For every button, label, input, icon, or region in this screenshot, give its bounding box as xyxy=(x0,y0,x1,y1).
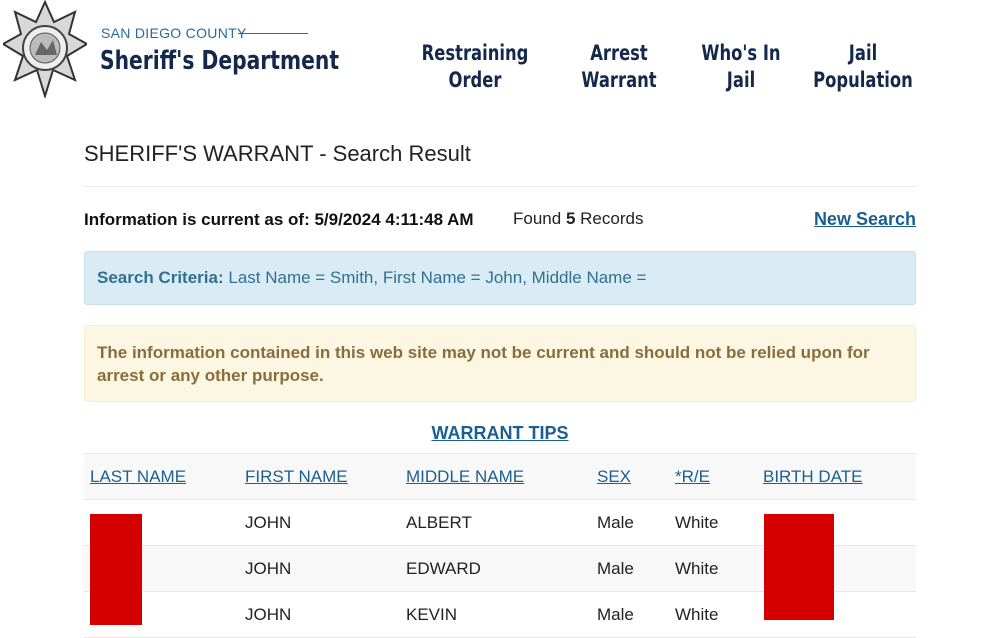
search-criteria-box: Search Criteria: Last Name = Smith, Firs… xyxy=(84,251,916,305)
site-header: SAN DIEGO COUNTY Sheriff's Department Re… xyxy=(0,0,1000,110)
records-found: Found 5 Records xyxy=(513,209,643,229)
col-header-middle-name[interactable]: MIDDLE NAME xyxy=(400,453,591,500)
sort-link[interactable]: MIDDLE NAME xyxy=(406,467,524,486)
col-header-last-name[interactable]: LAST NAME xyxy=(84,453,239,500)
redaction-birth-date xyxy=(764,514,834,620)
sort-link[interactable]: FIRST NAME xyxy=(245,467,348,486)
nav-label: Population xyxy=(813,68,913,92)
col-header-birth-date[interactable]: BIRTH DATE xyxy=(757,453,916,500)
new-search-link[interactable]: New Search xyxy=(814,209,916,230)
nav-label: Restraining xyxy=(421,41,529,65)
cell-race: White xyxy=(669,591,757,638)
divider xyxy=(84,186,916,187)
disclaimer-box: The information contained in this web si… xyxy=(84,325,916,402)
found-count: 5 xyxy=(565,209,576,228)
warrant-tips-link[interactable]: WARRANT TIPS xyxy=(432,423,569,443)
nav-label: Jail xyxy=(848,41,878,65)
redaction-last-name xyxy=(90,514,142,625)
nav-label: Who's In xyxy=(701,41,781,65)
disclaimer-text: The information contained in this web si… xyxy=(97,343,870,385)
sheriff-badge-icon[interactable] xyxy=(3,0,87,98)
cell-first-name: JOHN xyxy=(239,591,400,638)
search-criteria-value: Last Name = Smith, First Name = John, Mi… xyxy=(228,268,647,287)
warrant-tips: WARRANT TIPS xyxy=(0,423,1000,444)
sort-link[interactable]: BIRTH DATE xyxy=(763,467,863,486)
search-criteria-label: Search Criteria: xyxy=(97,268,224,287)
sort-link[interactable]: LAST NAME xyxy=(90,467,186,486)
col-header-race-ethnicity[interactable]: *R/E xyxy=(669,453,757,500)
found-prefix: Found xyxy=(513,209,562,228)
info-current-timestamp: Information is current as of: 5/9/2024 4… xyxy=(84,210,474,229)
cell-sex: Male xyxy=(591,499,669,546)
nav-label: Warrant xyxy=(581,68,657,92)
nav-restraining-order[interactable]: Restraining Order xyxy=(413,40,538,94)
nav-whos-in-jail[interactable]: Who's In Jail xyxy=(694,40,788,94)
cell-middle-name: ALBERT xyxy=(400,499,591,546)
cell-sex: Male xyxy=(591,591,669,638)
nav-arrest-warrant[interactable]: Arrest Warrant xyxy=(572,40,666,94)
nav-label: Arrest xyxy=(590,41,648,65)
cell-middle-name: EDWARD xyxy=(400,545,591,592)
cell-race: White xyxy=(669,545,757,592)
search-criteria-text: Search Criteria: Last Name = Smith, Firs… xyxy=(97,268,646,288)
cell-first-name: JOHN xyxy=(239,545,400,592)
cell-middle-name: KEVIN xyxy=(400,591,591,638)
cell-first-name: JOHN xyxy=(239,499,400,546)
sort-link[interactable]: SEX xyxy=(597,467,631,486)
found-suffix: Records xyxy=(580,209,644,228)
brand-department[interactable]: Sheriff's Department xyxy=(100,46,339,76)
nav-label: Order xyxy=(448,68,502,92)
cell-race: White xyxy=(669,499,757,546)
brand-divider xyxy=(238,33,308,34)
page-title: SHERIFF'S WARRANT - Search Result xyxy=(84,141,471,166)
nav-jail-population[interactable]: Jail Population xyxy=(808,40,917,94)
col-header-sex[interactable]: SEX xyxy=(591,453,669,500)
cell-sex: Male xyxy=(591,545,669,592)
sort-link[interactable]: *R/E xyxy=(675,467,710,486)
col-header-first-name[interactable]: FIRST NAME xyxy=(239,453,400,500)
table-header-row: LAST NAME FIRST NAME MIDDLE NAME SEX *R/… xyxy=(84,453,916,500)
nav-label: Jail xyxy=(726,68,756,92)
brand-county: SAN DIEGO COUNTY xyxy=(101,25,247,41)
